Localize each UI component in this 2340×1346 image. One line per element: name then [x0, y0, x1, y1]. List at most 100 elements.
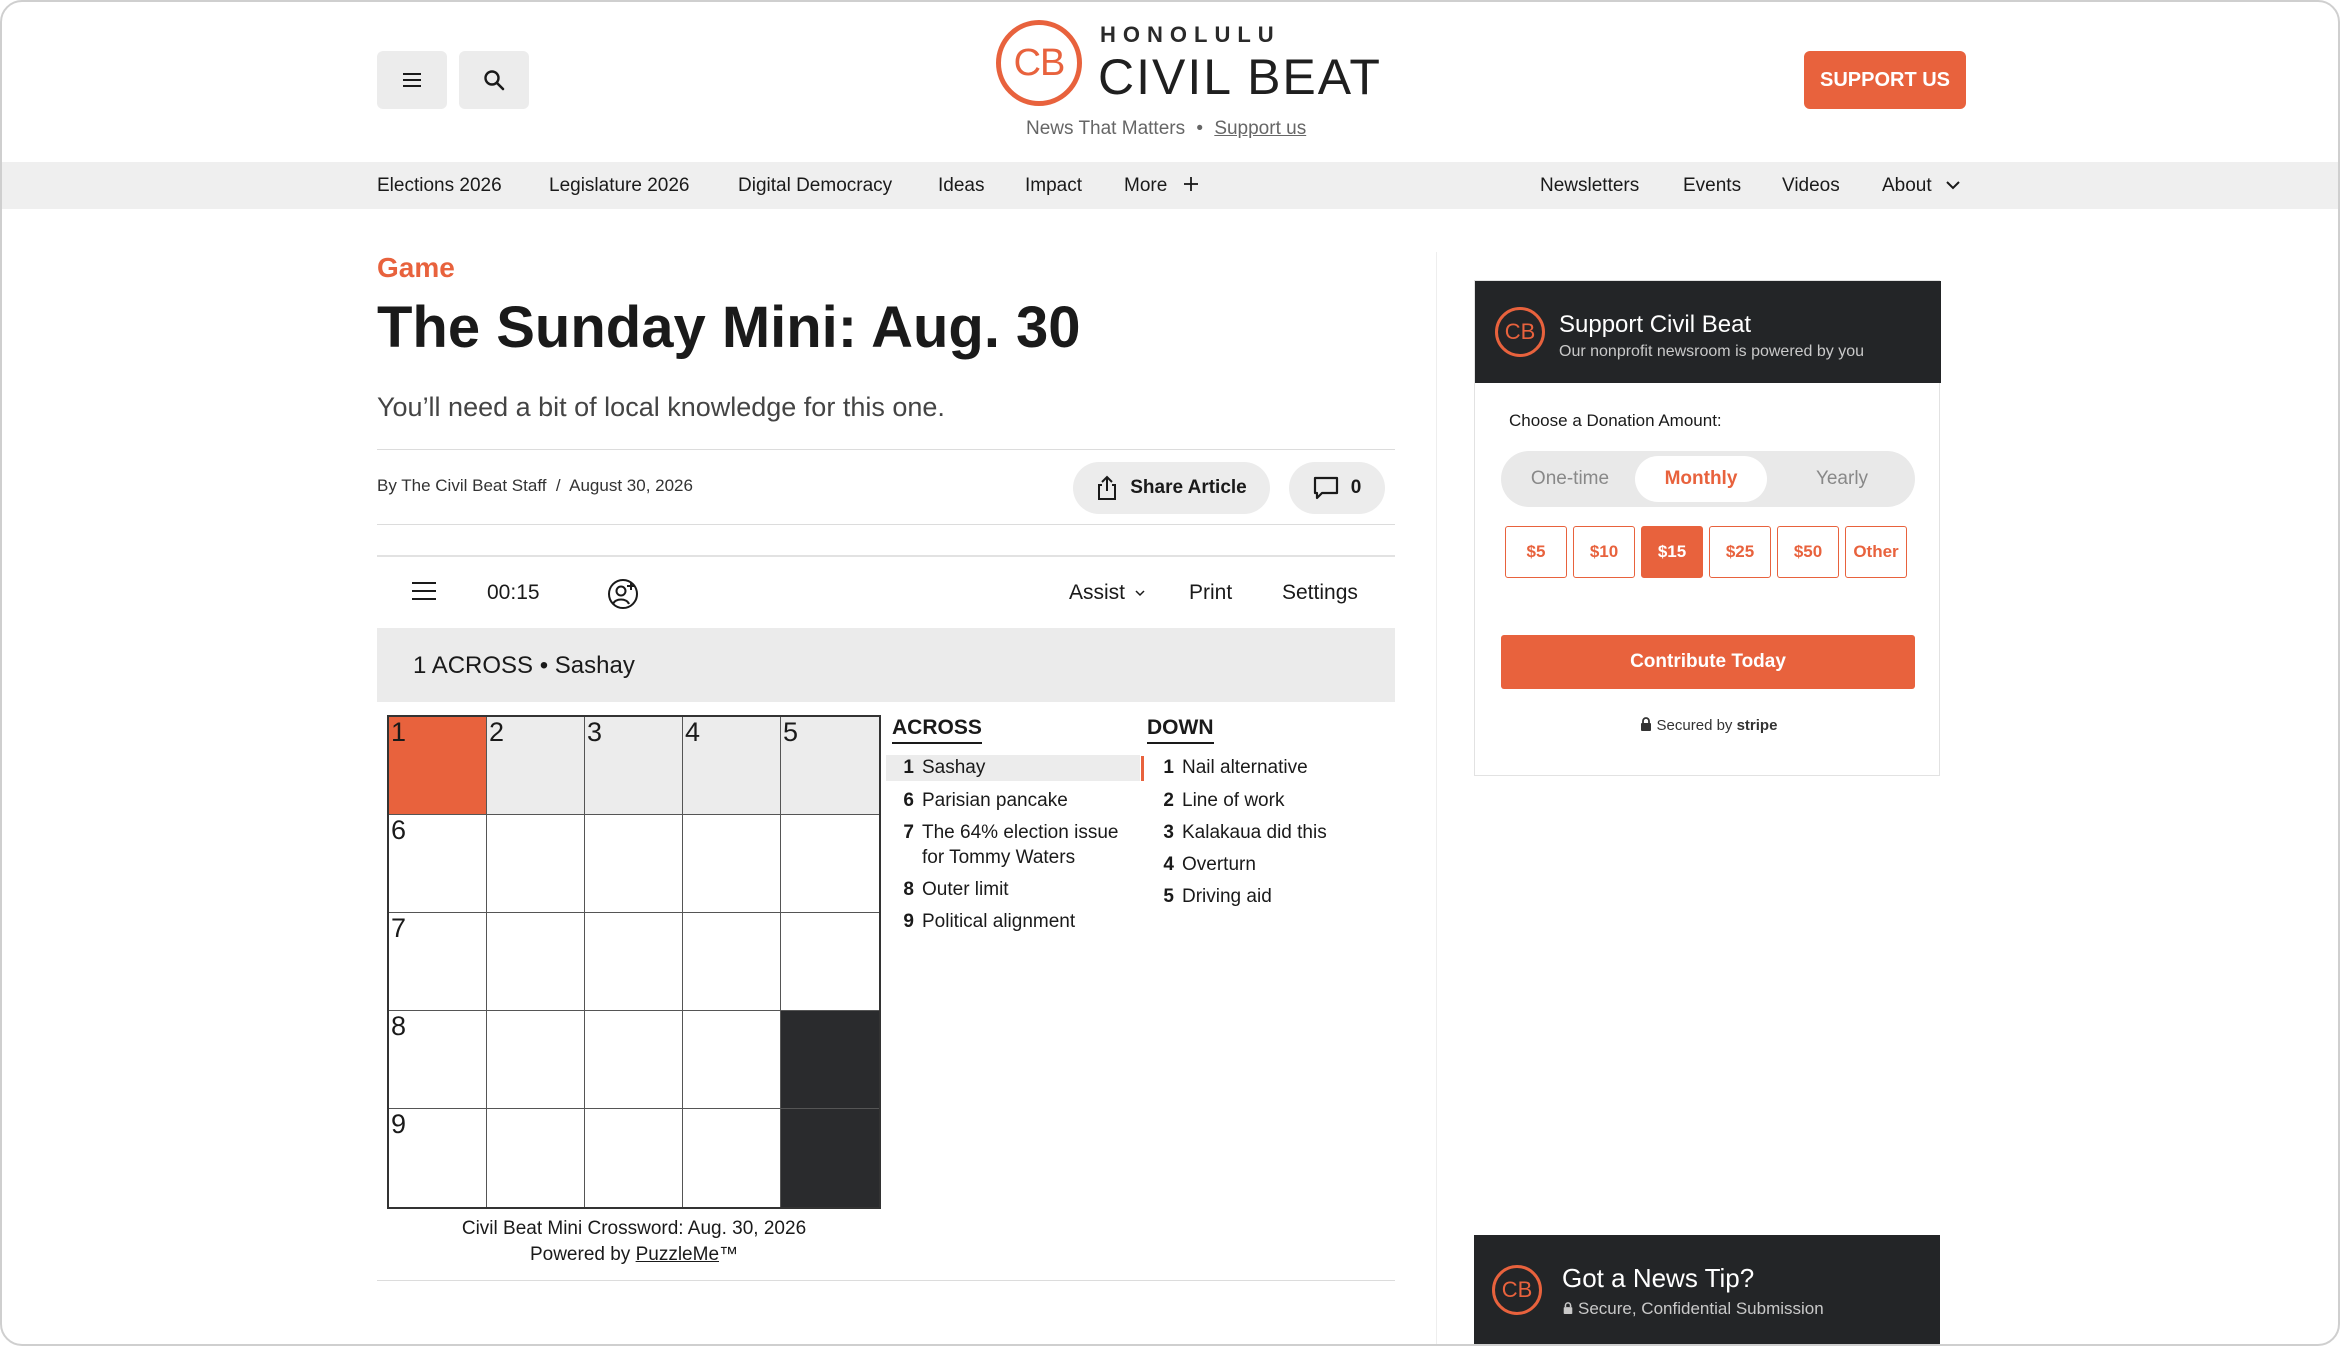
- nav-elections[interactable]: Elections 2026: [377, 175, 502, 197]
- nav-legislature[interactable]: Legislature 2026: [549, 175, 690, 197]
- grid-cell[interactable]: [683, 815, 781, 913]
- nav-newsletters[interactable]: Newsletters: [1540, 175, 1639, 197]
- down-clue-indicator: [1141, 756, 1144, 781]
- donation-header: CB Support Civil Beat Our nonprofit news…: [1475, 281, 1941, 383]
- amount-5[interactable]: $5: [1505, 526, 1567, 578]
- grid-cell[interactable]: [487, 1011, 585, 1109]
- grid-cell[interactable]: 2: [487, 717, 585, 815]
- logo-honolulu: HONOLULU: [1100, 22, 1281, 47]
- add-user-icon: [608, 579, 638, 609]
- grid-cell[interactable]: [487, 1109, 585, 1207]
- grid-cell[interactable]: [683, 1109, 781, 1207]
- cb-logo-icon: CB: [1492, 1265, 1542, 1315]
- tagline-support-link[interactable]: Support us: [1214, 118, 1306, 139]
- grid-cell[interactable]: [683, 1011, 781, 1109]
- nav-about[interactable]: About: [1882, 175, 1961, 197]
- nav-videos[interactable]: Videos: [1782, 175, 1840, 197]
- grid-cell[interactable]: [585, 815, 683, 913]
- clue-number: 1: [903, 757, 914, 778]
- grid-cell-black: [781, 1109, 879, 1207]
- nav-digital-democracy[interactable]: Digital Democracy: [738, 175, 892, 197]
- grid-cell[interactable]: [585, 1011, 683, 1109]
- grid-cell[interactable]: 1: [389, 717, 487, 815]
- browser-frame: CB HONOLULU CIVIL BEAT News That Matters…: [0, 0, 2340, 1346]
- contribute-button[interactable]: Contribute Today: [1501, 635, 1915, 689]
- tagline-text: News That Matters: [1026, 118, 1186, 139]
- amount-other[interactable]: Other: [1845, 526, 1907, 578]
- grid-cell[interactable]: [585, 1109, 683, 1207]
- donation-widget: CB Support Civil Beat Our nonprofit news…: [1474, 280, 1941, 776]
- nav-ideas[interactable]: Ideas: [938, 175, 984, 197]
- clue-text: Kalakaua did this: [1182, 822, 1327, 843]
- grid-cell[interactable]: [585, 913, 683, 1011]
- print-button[interactable]: Print: [1189, 581, 1232, 605]
- caption-powered-by: Powered by PuzzleMe™: [387, 1242, 881, 1268]
- clue-number: 2: [1163, 790, 1174, 811]
- support-us-button[interactable]: SUPPORT US: [1804, 51, 1966, 109]
- assist-menu[interactable]: Assist: [1069, 581, 1145, 605]
- grid-cell-black: [781, 1011, 879, 1109]
- assist-label: Assist: [1069, 581, 1126, 604]
- main-nav: Elections 2026 Legislature 2026 Digital …: [2, 162, 2338, 209]
- puzzle-menu-button[interactable]: [411, 579, 437, 609]
- clue-number: 3: [1163, 822, 1174, 843]
- grid-cell[interactable]: 4: [683, 717, 781, 815]
- logo-mark[interactable]: CB: [996, 20, 1082, 106]
- news-tip-box[interactable]: CB Got a News Tip? Secure, Confidential …: [1474, 1235, 1940, 1344]
- amount-15[interactable]: $15: [1641, 526, 1703, 578]
- stripe-logo: stripe: [1736, 717, 1778, 734]
- clue-text: Nail alternative: [1182, 757, 1308, 778]
- search-icon: [484, 70, 505, 91]
- puzzle-timer[interactable]: 00:15: [487, 581, 540, 605]
- across-clue-1[interactable]: 1 Sashay: [886, 755, 1140, 781]
- nav-events[interactable]: Events: [1683, 175, 1741, 197]
- frequency-one-time[interactable]: One-time: [1507, 456, 1633, 502]
- crossword-grid: 1 2 3 4 5 6 7 8 9: [387, 715, 881, 1209]
- donation-amount-label: Choose a Donation Amount:: [1509, 411, 1722, 430]
- nav-more[interactable]: More: [1124, 175, 1199, 197]
- puzzleme-link[interactable]: PuzzleMe: [636, 1244, 719, 1265]
- grid-cell[interactable]: [683, 913, 781, 1011]
- add-player-button[interactable]: [606, 577, 640, 617]
- share-article-button[interactable]: Share Article: [1073, 462, 1270, 514]
- clue-number: 9: [903, 911, 914, 932]
- news-tip-subtitle: Secure, Confidential Submission: [1562, 1299, 1824, 1319]
- amount-10[interactable]: $10: [1573, 526, 1635, 578]
- cell-number: 1: [391, 717, 407, 747]
- grid-cell[interactable]: [487, 913, 585, 1011]
- grid-cell[interactable]: 7: [389, 913, 487, 1011]
- grid-cell[interactable]: [781, 815, 879, 913]
- logo-civil-beat[interactable]: CIVIL BEAT: [1098, 48, 1382, 106]
- cell-number: 2: [489, 717, 505, 747]
- grid-cell[interactable]: 9: [389, 1109, 487, 1207]
- grid-cell[interactable]: 3: [585, 717, 683, 815]
- clue-text: Political alignment: [922, 911, 1076, 932]
- menu-button[interactable]: [377, 51, 447, 109]
- share-icon: [1098, 475, 1117, 500]
- across-clue-7[interactable]: 7 The 64% election issue for Tommy Waters: [886, 820, 1140, 872]
- grid-cell[interactable]: 6: [389, 815, 487, 913]
- settings-button[interactable]: Settings: [1282, 581, 1358, 605]
- plus-icon: [1183, 177, 1198, 191]
- article-dek: You’ll need a bit of local knowledge for…: [377, 392, 945, 422]
- frequency-yearly[interactable]: Yearly: [1775, 456, 1909, 502]
- clue-text: Parisian pancake: [922, 790, 1068, 811]
- frequency-monthly[interactable]: Monthly: [1635, 456, 1767, 502]
- lock-icon: [1640, 717, 1651, 731]
- grid-cell[interactable]: 8: [389, 1011, 487, 1109]
- grid-cell[interactable]: [781, 913, 879, 1011]
- grid-cell[interactable]: [487, 815, 585, 913]
- cell-number: 4: [685, 717, 701, 747]
- search-button[interactable]: [459, 51, 529, 109]
- nav-impact[interactable]: Impact: [1025, 175, 1082, 197]
- clue-number: 1: [1163, 757, 1174, 778]
- clue-number: 7: [903, 822, 914, 843]
- cell-number: 8: [391, 1011, 407, 1041]
- amount-25[interactable]: $25: [1709, 526, 1771, 578]
- news-tip-subtitle-text: Secure, Confidential Submission: [1578, 1299, 1824, 1318]
- amount-50[interactable]: $50: [1777, 526, 1839, 578]
- divider: [377, 1280, 1395, 1281]
- grid-cell[interactable]: 5: [781, 717, 879, 815]
- comments-button[interactable]: 0: [1289, 462, 1385, 514]
- article-kicker[interactable]: Game: [377, 252, 455, 284]
